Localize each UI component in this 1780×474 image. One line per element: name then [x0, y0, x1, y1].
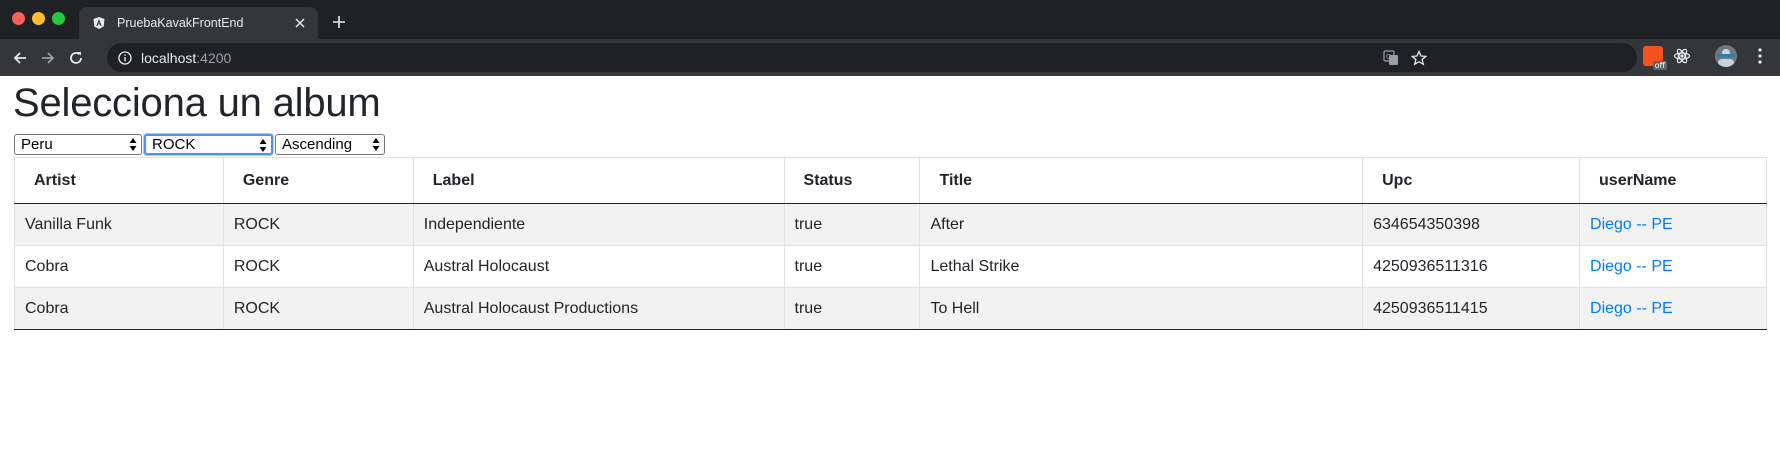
- cell-status: true: [783, 203, 921, 246]
- cell-artist: Vanilla Funk: [14, 203, 224, 246]
- cell-status: true: [783, 245, 921, 288]
- cell-upc: 4250936511316: [1362, 245, 1581, 288]
- cell-username: Diego -- PE: [1579, 245, 1767, 288]
- maximize-window-button[interactable]: [52, 12, 65, 25]
- close-window-button[interactable]: [12, 12, 25, 25]
- page-content: Selecciona un album Peru ROCK Ascending …: [0, 76, 1780, 474]
- username-link[interactable]: Diego -- PE: [1590, 216, 1673, 233]
- browser-titlebar: PruebaKavakFrontEnd: [0, 0, 1780, 39]
- cell-genre: ROCK: [222, 203, 414, 246]
- cell-label: Austral Holocaust Productions: [412, 287, 785, 330]
- page-title: Selecciona un album: [13, 81, 381, 125]
- url-host: localhost: [141, 49, 197, 66]
- cell-label: Independiente: [412, 203, 785, 246]
- react-devtools-icon[interactable]: [1672, 46, 1692, 66]
- albums-table: Artist Genre Label Status Title Upc user…: [14, 157, 1767, 330]
- cell-genre: ROCK: [222, 287, 414, 330]
- genre-select-value: ROCK: [152, 136, 196, 153]
- reload-icon[interactable]: [66, 48, 86, 68]
- url-port: :4200: [196, 49, 232, 66]
- genre-select[interactable]: ROCK: [144, 134, 273, 155]
- cell-title: Lethal Strike: [919, 245, 1364, 288]
- select-arrows-icon: [129, 138, 137, 151]
- column-header-username[interactable]: userName: [1579, 157, 1767, 204]
- cell-title: After: [919, 203, 1364, 246]
- angular-icon: [91, 15, 107, 31]
- cell-upc: 4250936511415: [1362, 287, 1581, 330]
- username-link[interactable]: Diego -- PE: [1590, 300, 1673, 317]
- tab-title: PruebaKavakFrontEnd: [117, 16, 244, 30]
- table-header-row: Artist Genre Label Status Title Upc user…: [14, 157, 1767, 204]
- column-header-label[interactable]: Label: [412, 157, 785, 204]
- translate-icon[interactable]: G: [1382, 49, 1400, 67]
- bookmark-star-icon[interactable]: [1410, 49, 1428, 67]
- browser-toolbar: localhost:4200 G: [0, 39, 1780, 76]
- profile-avatar[interactable]: [1715, 45, 1737, 67]
- forward-arrow-icon[interactable]: [38, 48, 58, 68]
- country-select-value: Peru: [21, 136, 53, 153]
- back-arrow-icon[interactable]: [10, 48, 30, 68]
- cell-title: To Hell: [919, 287, 1364, 330]
- tab-close-icon[interactable]: [292, 15, 308, 31]
- info-icon[interactable]: [117, 50, 133, 66]
- select-arrows-icon: [259, 139, 267, 152]
- column-header-status[interactable]: Status: [783, 157, 921, 204]
- order-select-value: Ascending: [282, 136, 353, 153]
- extension-off-badge: off: [1652, 61, 1667, 70]
- column-header-genre[interactable]: Genre: [222, 157, 414, 204]
- browser-tab[interactable]: PruebaKavakFrontEnd: [79, 7, 318, 39]
- table-row: Cobra ROCK Austral Holocaust Productions…: [14, 287, 1767, 330]
- address-bar[interactable]: localhost:4200 G: [107, 43, 1637, 72]
- extension-off-icon[interactable]: off: [1643, 46, 1667, 70]
- cell-label: Austral Holocaust: [412, 245, 785, 288]
- cell-upc: 634654350398: [1362, 203, 1581, 246]
- cell-username: Diego -- PE: [1579, 203, 1767, 246]
- order-select[interactable]: Ascending: [275, 134, 385, 155]
- table-row: Cobra ROCK Austral Holocaust true Lethal…: [14, 245, 1767, 288]
- cell-artist: Cobra: [14, 287, 224, 330]
- cell-artist: Cobra: [14, 245, 224, 288]
- column-header-title[interactable]: Title: [919, 157, 1364, 204]
- url-text: localhost:4200: [141, 50, 231, 66]
- new-tab-icon[interactable]: [329, 12, 349, 32]
- select-arrows-icon: [372, 138, 380, 151]
- username-link[interactable]: Diego -- PE: [1590, 258, 1673, 275]
- column-header-upc[interactable]: Upc: [1362, 157, 1581, 204]
- table-row: Vanilla Funk ROCK Independiente true Aft…: [14, 203, 1767, 246]
- cell-status: true: [783, 287, 921, 330]
- cell-genre: ROCK: [222, 245, 414, 288]
- more-menu-icon[interactable]: [1752, 46, 1768, 66]
- country-select[interactable]: Peru: [14, 134, 142, 155]
- minimize-window-button[interactable]: [32, 12, 45, 25]
- cell-username: Diego -- PE: [1579, 287, 1767, 330]
- column-header-artist[interactable]: Artist: [14, 157, 224, 204]
- filter-bar: Peru ROCK Ascending: [14, 134, 385, 156]
- svg-text:G: G: [1386, 53, 1391, 61]
